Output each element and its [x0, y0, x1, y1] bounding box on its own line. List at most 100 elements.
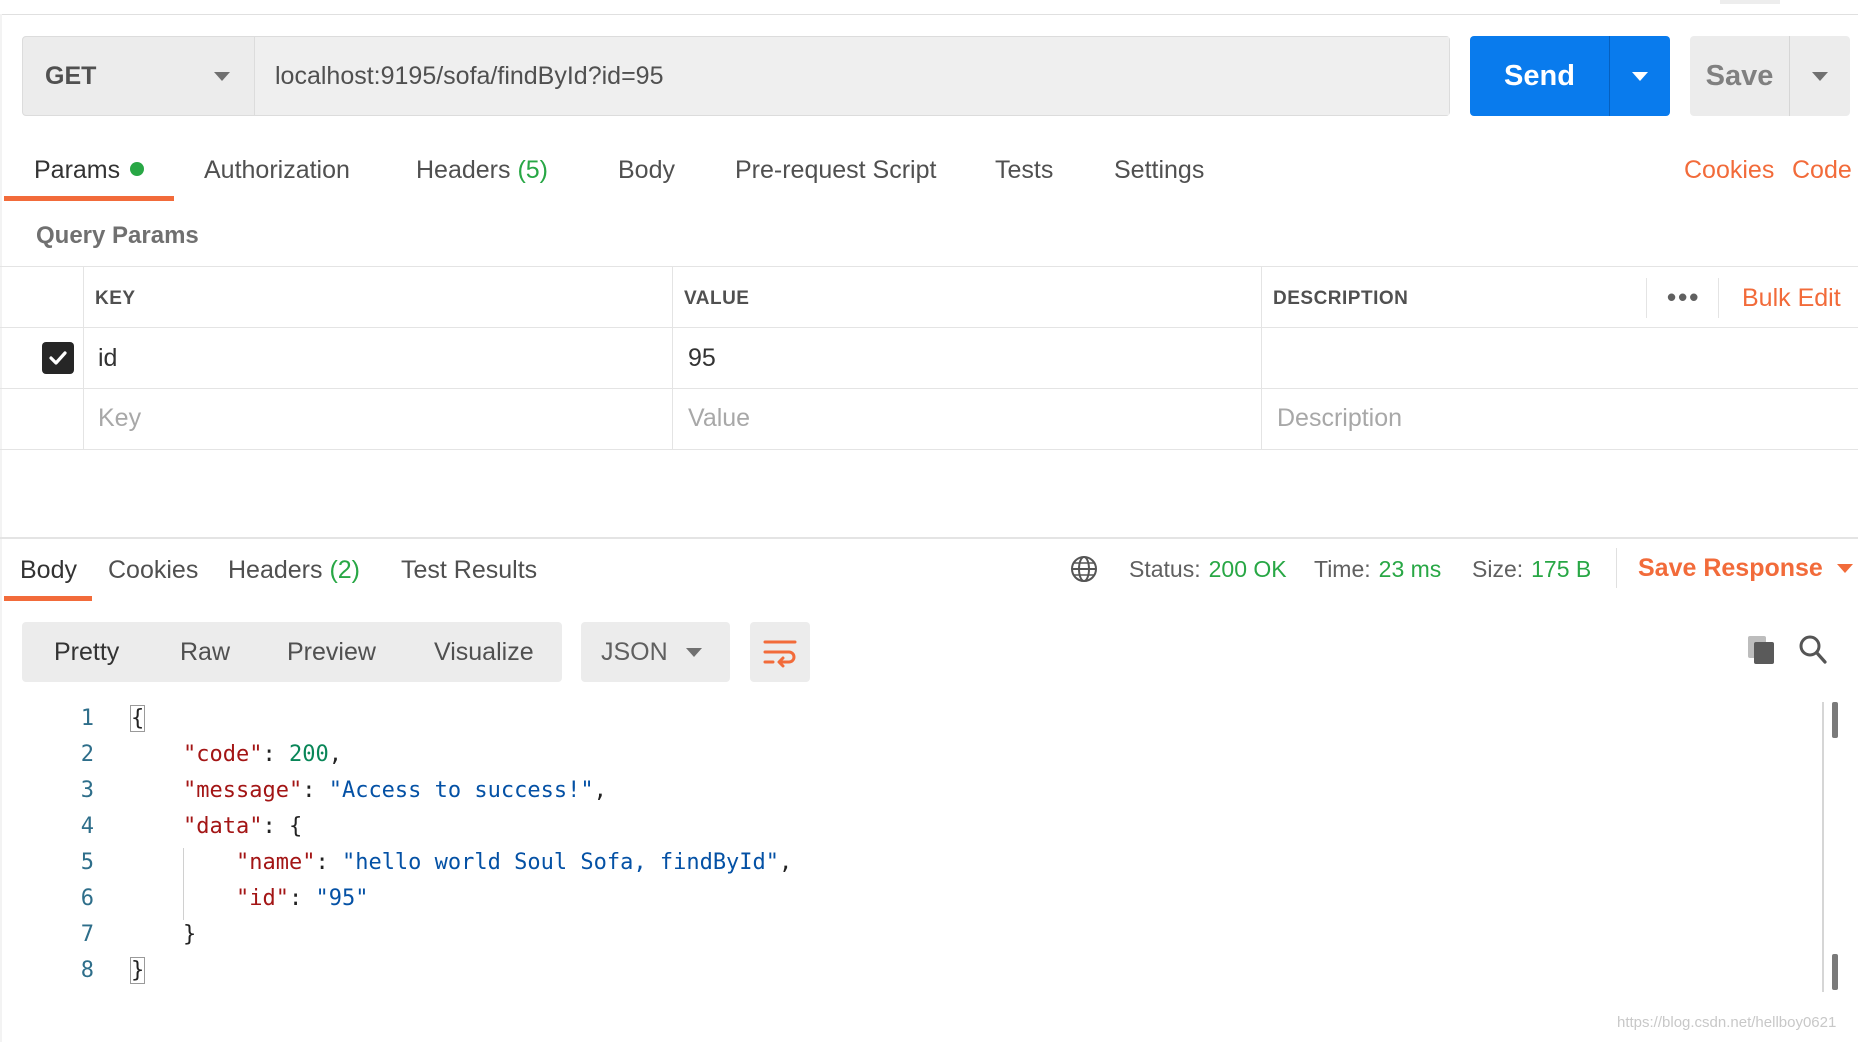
- scrollbar-thumb[interactable]: [1832, 954, 1838, 990]
- line-number: 8: [80, 958, 94, 983]
- code-line: "name": "hello world Soul Sofa, findById…: [235, 850, 793, 875]
- language-label: JSON: [601, 637, 668, 666]
- line-number: 4: [80, 814, 94, 839]
- status-label: Status:: [1129, 556, 1201, 582]
- tab-authorization[interactable]: Authorization: [204, 156, 350, 185]
- dropdown-caret-icon: [214, 71, 230, 81]
- param-value-cell[interactable]: 95: [688, 344, 716, 373]
- headers-count: (5): [517, 156, 549, 184]
- code-line: "id": "95": [235, 886, 369, 911]
- format-raw[interactable]: Raw: [180, 638, 230, 667]
- active-tab-indicator: [4, 196, 174, 201]
- code-link[interactable]: Code: [1792, 156, 1852, 185]
- wrap-lines-icon: [763, 640, 797, 668]
- language-select[interactable]: JSON: [581, 622, 730, 682]
- tab-params-label: Params: [34, 156, 121, 184]
- more-options-icon[interactable]: •••: [1667, 282, 1700, 313]
- tab-headers[interactable]: Headers (5): [416, 156, 548, 185]
- column-header-key: KEY: [95, 288, 136, 309]
- url-text: localhost:9195/sofa/findById?id=95: [275, 61, 664, 90]
- checkmark-icon: [49, 351, 67, 365]
- copy-icon[interactable]: [1746, 634, 1776, 666]
- tab-tests[interactable]: Tests: [995, 156, 1053, 185]
- response-tab-cookies[interactable]: Cookies: [108, 556, 198, 585]
- table-header-divider: [1646, 278, 1647, 318]
- save-response-button[interactable]: Save Response: [1638, 554, 1853, 583]
- param-key-cell[interactable]: id: [98, 344, 117, 373]
- line-number: 7: [80, 922, 94, 947]
- json-key: "name": [235, 850, 316, 875]
- tab-body[interactable]: Body: [618, 156, 675, 185]
- code-line: }: [130, 957, 146, 984]
- query-params-title: Query Params: [36, 222, 199, 249]
- line-number: 5: [80, 850, 94, 875]
- table-row-border: [0, 388, 1858, 389]
- json-string: "Access to success!": [328, 778, 594, 803]
- globe-icon[interactable]: [1069, 554, 1099, 584]
- bulk-edit-link[interactable]: Bulk Edit: [1742, 284, 1841, 313]
- watermark-text: https://blog.csdn.net/hellboy0621: [1617, 1014, 1837, 1031]
- table-header-divider: [1718, 278, 1719, 318]
- dropdown-caret-icon: [1632, 71, 1648, 81]
- response-tab-headers-label: Headers: [228, 556, 323, 584]
- save-response-label: Save Response: [1638, 554, 1823, 582]
- response-time: Time: 23 ms: [1314, 556, 1441, 583]
- params-active-dot: [130, 162, 145, 176]
- scroll-track: [1822, 702, 1824, 992]
- dropdown-caret-icon: [686, 647, 702, 657]
- pane-divider[interactable]: [0, 537, 1858, 539]
- save-options-button[interactable]: [1789, 36, 1850, 116]
- cookies-link[interactable]: Cookies: [1684, 156, 1774, 185]
- size-label: Size:: [1472, 556, 1524, 582]
- wrap-lines-button[interactable]: [750, 622, 810, 682]
- dropdown-caret-icon: [1812, 71, 1828, 81]
- format-preview[interactable]: Preview: [287, 638, 376, 667]
- matched-brace: }: [130, 957, 146, 984]
- dropdown-caret-icon: [1836, 564, 1853, 573]
- new-param-description-input[interactable]: Description: [1277, 404, 1402, 433]
- response-tab-headers[interactable]: Headers (2): [228, 556, 360, 585]
- method-select[interactable]: GET: [23, 37, 255, 115]
- param-enabled-checkbox[interactable]: [42, 342, 74, 374]
- json-brace: }: [182, 922, 197, 947]
- column-header-description: DESCRIPTION: [1273, 288, 1409, 309]
- save-button[interactable]: Save: [1690, 36, 1789, 116]
- url-input[interactable]: localhost:9195/sofa/findById?id=95: [255, 37, 1449, 115]
- json-key: "data": [182, 814, 263, 839]
- response-active-tab-indicator: [4, 596, 92, 601]
- response-tab-body[interactable]: Body: [20, 556, 77, 585]
- new-param-value-input[interactable]: Value: [688, 404, 750, 433]
- table-border-top: [0, 266, 1858, 267]
- window-edge: [1720, 0, 1780, 4]
- new-param-key-input[interactable]: Key: [98, 404, 141, 433]
- tab-params[interactable]: Params: [34, 156, 145, 185]
- send-options-button[interactable]: [1609, 36, 1670, 116]
- code-line: "message": "Access to success!",: [182, 778, 607, 803]
- line-number: 1: [80, 706, 94, 731]
- matched-brace: {: [130, 705, 146, 732]
- format-pretty[interactable]: Pretty: [54, 638, 119, 667]
- top-border: [0, 14, 1858, 15]
- line-number: 6: [80, 886, 94, 911]
- format-toggle-group: Pretty Raw Preview Visualize: [22, 622, 562, 682]
- json-key: "message": [182, 778, 303, 803]
- json-key: "code": [182, 742, 263, 767]
- request-bar: GET localhost:9195/sofa/findById?id=95: [22, 36, 1450, 116]
- code-line: "data": {: [182, 814, 303, 839]
- tab-headers-label: Headers: [416, 156, 511, 184]
- table-header-border: [0, 327, 1858, 328]
- search-icon[interactable]: [1798, 634, 1828, 666]
- scrollbar-thumb[interactable]: [1832, 702, 1838, 738]
- table-col-divider: [83, 266, 84, 449]
- format-visualize[interactable]: Visualize: [434, 638, 534, 667]
- send-button[interactable]: Send: [1470, 36, 1609, 116]
- response-size: Size: 175 B: [1472, 556, 1591, 583]
- send-button-group: Send: [1470, 36, 1670, 116]
- json-string: "95": [315, 886, 369, 911]
- tab-prerequest-script[interactable]: Pre-request Script: [735, 156, 936, 185]
- line-number: 2: [80, 742, 94, 767]
- code-line: {: [130, 705, 146, 732]
- code-line: }: [130, 922, 196, 947]
- tab-settings[interactable]: Settings: [1114, 156, 1204, 185]
- response-tab-test-results[interactable]: Test Results: [401, 556, 537, 585]
